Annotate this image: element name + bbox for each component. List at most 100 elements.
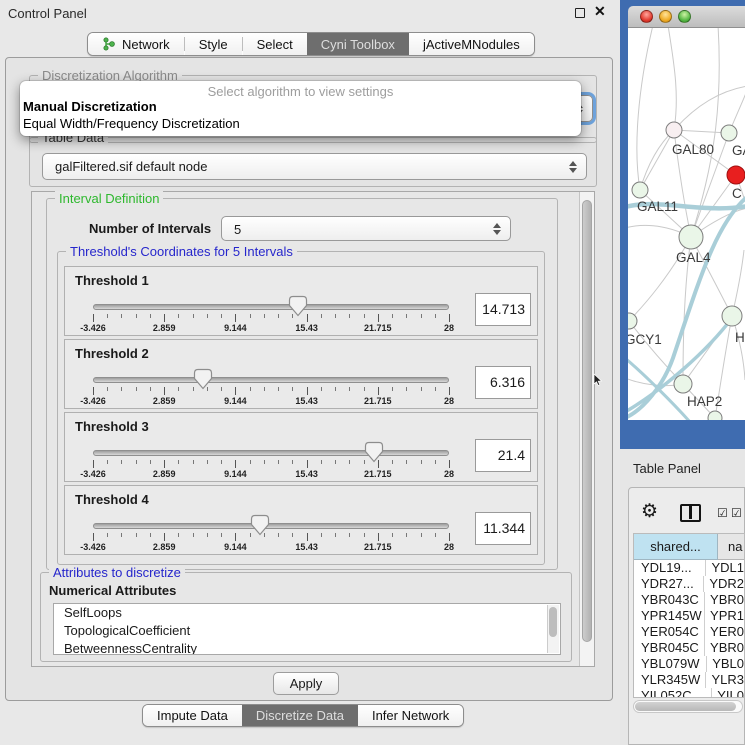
tick-mark	[307, 533, 308, 541]
tick-mark	[193, 314, 194, 318]
tick-mark	[278, 460, 279, 464]
scrollbar-thumb[interactable]	[635, 702, 736, 711]
table-row[interactable]: YLR345WYLR3	[634, 672, 744, 688]
threshold-slider[interactable]: -3.4262.8599.14415.4321.71528	[65, 413, 485, 483]
list-scrollbar[interactable]	[547, 605, 559, 653]
gear-icon[interactable]: ⚙	[641, 502, 658, 521]
tick-label: 9.144	[224, 542, 247, 552]
slider-thumb[interactable]	[364, 441, 384, 463]
cell-shared-name: YLR345W	[634, 672, 706, 688]
tab-cyni-toolbox[interactable]: Cyni Toolbox	[307, 33, 409, 55]
dropdown-option-manual[interactable]: Manual Discretization	[20, 98, 581, 115]
slider-thumb[interactable]	[250, 514, 270, 536]
float-window-icon[interactable]	[575, 8, 585, 18]
tick-mark	[349, 533, 350, 537]
tick-mark	[392, 314, 393, 318]
tick-label: 28	[444, 396, 454, 406]
network-edge[interactable]	[668, 28, 676, 130]
close-traffic-light-icon[interactable]	[640, 10, 653, 23]
table-row[interactable]: YPR145WYPR1	[634, 608, 744, 624]
zoom-traffic-light-icon[interactable]	[678, 10, 691, 23]
slider-track[interactable]	[93, 304, 449, 310]
tick-label: 9.144	[224, 396, 247, 406]
tick-mark	[264, 387, 265, 391]
network-edge[interactable]	[640, 130, 674, 190]
horizontal-scrollbar[interactable]	[633, 700, 743, 713]
network-node-GAL80[interactable]	[666, 122, 682, 138]
network-canvas[interactable]: GAL80GACGAL11GAL4GCY1HHAP2	[628, 28, 745, 420]
network-edge[interactable]	[637, 28, 653, 190]
apply-button[interactable]: Apply	[273, 672, 339, 695]
tick-mark	[93, 533, 94, 541]
minimize-traffic-light-icon[interactable]	[659, 10, 672, 23]
tick-mark	[136, 533, 137, 537]
network-node-H[interactable]	[722, 306, 742, 326]
attribute-list-item[interactable]: TopologicalCoefficient	[54, 622, 560, 640]
tick-mark	[150, 460, 151, 464]
network-node-red-node[interactable]	[727, 166, 745, 184]
tick-mark	[178, 387, 179, 391]
network-node-GAL11[interactable]	[632, 182, 648, 198]
table-data-combobox[interactable]: galFiltered.sif default node	[42, 153, 587, 180]
threshold-value-box[interactable]: 6.316	[475, 366, 531, 399]
tick-mark	[449, 460, 450, 468]
table-row[interactable]: YDL19...YDL1	[634, 560, 744, 576]
slider-track[interactable]	[93, 523, 449, 529]
table-row[interactable]: YBL079WYBL0	[634, 656, 744, 672]
table-row[interactable]: YBR045CYBR0	[634, 640, 744, 656]
table-row[interactable]: YER054CYER0	[634, 624, 744, 640]
network-node-GCY1[interactable]	[628, 313, 637, 329]
network-node-GAL4[interactable]	[679, 225, 703, 249]
tab-style[interactable]: Style	[185, 33, 242, 55]
tick-label: 2.859	[153, 469, 176, 479]
scrollbar-thumb[interactable]	[582, 200, 592, 642]
threshold-slider[interactable]: -3.4262.8599.14415.4321.71528	[65, 267, 485, 337]
tab-select[interactable]: Select	[243, 33, 307, 55]
threshold-value-box[interactable]: 14.713	[475, 293, 531, 326]
threshold-slider[interactable]: -3.4262.8599.14415.4321.71528	[65, 486, 485, 556]
network-node-label: HAP2	[687, 394, 722, 409]
column-header-name[interactable]: na	[718, 534, 744, 560]
tab-network[interactable]: Network	[88, 33, 184, 55]
tick-mark	[335, 533, 336, 537]
number-of-intervals-combobox[interactable]: 5	[221, 216, 511, 241]
tab-discretize-data[interactable]: Discretize Data	[242, 705, 358, 726]
slider-track[interactable]	[93, 377, 449, 383]
tab-infer-network[interactable]: Infer Network	[358, 705, 463, 726]
network-edge[interactable]	[674, 86, 745, 130]
cell-name: YDL1	[706, 560, 744, 576]
table-row[interactable]: YDR27...YDR2	[634, 576, 744, 592]
network-node-bottom[interactable]	[708, 411, 722, 420]
tick-mark	[178, 314, 179, 318]
tick-label: 15.43	[295, 469, 318, 479]
threshold-value-box[interactable]: 11.344	[475, 512, 531, 545]
checkbox-icon[interactable]: ☑	[731, 506, 742, 520]
threshold-value-box[interactable]: 21.4	[475, 439, 531, 472]
attribute-list-item[interactable]: SelfLoops	[54, 604, 560, 622]
slider-thumb[interactable]	[288, 295, 308, 317]
cell-shared-name: YDL19...	[634, 560, 706, 576]
table-row[interactable]: YBR043CYBR0	[634, 592, 744, 608]
combo-arrows-icon	[568, 160, 577, 174]
network-node-top-right[interactable]	[721, 125, 737, 141]
tab-jactivemnodules[interactable]: jActiveMNodules	[409, 33, 534, 55]
attribute-list-item[interactable]: BetweennessCentrality	[54, 640, 560, 655]
table-row[interactable]: YIL052CYIL0	[634, 688, 744, 698]
dropdown-option-equal-width[interactable]: Equal Width/Frequency Discretization	[20, 115, 581, 132]
tick-mark	[250, 387, 251, 391]
checkbox-icon[interactable]: ☑	[717, 506, 728, 520]
tick-mark	[406, 533, 407, 537]
slider-track[interactable]	[93, 450, 449, 456]
tick-label: 21.715	[364, 542, 392, 552]
scrollbar-thumb[interactable]	[549, 607, 557, 637]
vertical-scrollbar[interactable]	[579, 192, 594, 666]
split-view-icon[interactable]	[680, 504, 701, 522]
slider-thumb[interactable]	[193, 368, 213, 390]
tab-impute-data[interactable]: Impute Data	[143, 705, 242, 726]
close-icon[interactable]: ✕	[594, 3, 606, 20]
threshold-slider[interactable]: -3.4262.8599.14415.4321.71528	[65, 340, 485, 410]
window-titlebar[interactable]	[628, 6, 745, 28]
network-node-HAP2[interactable]	[674, 375, 692, 393]
column-header-shared-name[interactable]: shared...	[634, 534, 718, 560]
tick-mark	[278, 533, 279, 537]
